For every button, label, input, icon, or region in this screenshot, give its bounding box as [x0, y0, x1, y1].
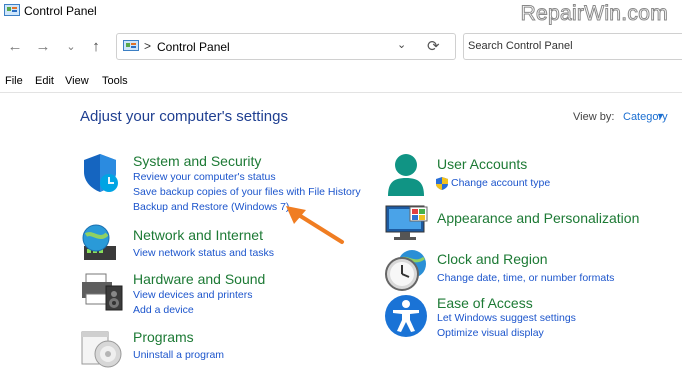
link-review-computer-status[interactable]: Review your computer's status	[133, 171, 276, 183]
address-dropdown-icon[interactable]: ⌄	[397, 38, 406, 51]
link-add-a-device[interactable]: Add a device	[133, 304, 194, 316]
link-optimize-visual-display[interactable]: Optimize visual display	[437, 327, 544, 339]
uac-shield-icon	[436, 177, 448, 190]
search-input[interactable]	[468, 37, 668, 55]
page-title: Adjust your computer's settings	[80, 108, 288, 125]
menu-file[interactable]: File	[5, 75, 23, 87]
view-by-label: View by:	[573, 111, 615, 123]
link-backup-and-restore[interactable]: Backup and Restore (Windows 7)	[133, 201, 289, 213]
control-panel-small-icon	[123, 40, 139, 51]
divider	[0, 92, 682, 93]
network-globe-icon[interactable]	[80, 222, 122, 264]
printer-speaker-icon[interactable]	[80, 272, 126, 312]
back-button[interactable]: ←	[6, 38, 24, 56]
category-programs[interactable]: Programs	[133, 329, 194, 345]
up-button[interactable]: ↑	[87, 38, 105, 56]
menu-tools[interactable]: Tools	[102, 75, 128, 87]
category-clock-and-region[interactable]: Clock and Region	[437, 251, 548, 267]
link-view-devices-and-printers[interactable]: View devices and printers	[133, 289, 252, 301]
link-view-network-status[interactable]: View network status and tasks	[133, 247, 274, 259]
refresh-icon[interactable]: ⟳	[427, 37, 440, 55]
category-appearance-and-personalization[interactable]: Appearance and Personalization	[437, 210, 639, 226]
menu-bar: File Edit View Tools	[0, 72, 682, 90]
breadcrumb-control-panel[interactable]: Control Panel	[157, 40, 230, 54]
title-bar: Control Panel RepairWin.com	[0, 0, 682, 26]
link-file-history[interactable]: Save backup copies of your files with Fi…	[133, 186, 361, 198]
watermark: RepairWin.com	[520, 2, 668, 26]
search-box[interactable]	[463, 33, 682, 60]
view-by-dropdown-arrow-icon[interactable]: ▼	[656, 111, 665, 121]
link-let-windows-suggest-settings[interactable]: Let Windows suggest settings	[437, 312, 576, 324]
forward-button[interactable]: →	[34, 38, 52, 56]
link-change-date-time-formats[interactable]: Change date, time, or number formats	[437, 272, 614, 284]
ease-of-access-icon[interactable]	[384, 294, 428, 338]
menu-view[interactable]: View	[65, 75, 89, 87]
security-shield-icon[interactable]	[80, 152, 120, 194]
control-panel-icon	[4, 4, 20, 16]
window-title: Control Panel	[24, 4, 97, 18]
category-ease-of-access[interactable]: Ease of Access	[437, 295, 533, 311]
appearance-monitor-icon[interactable]	[384, 204, 430, 242]
programs-disc-icon[interactable]	[80, 328, 124, 368]
annotation-arrow-icon	[286, 206, 344, 244]
breadcrumb-separator[interactable]: >	[144, 39, 151, 53]
user-accounts-icon[interactable]	[384, 152, 428, 198]
recent-locations-button[interactable]: ⌄	[62, 38, 80, 56]
category-hardware-and-sound[interactable]: Hardware and Sound	[133, 271, 265, 287]
category-network-and-internet[interactable]: Network and Internet	[133, 227, 263, 243]
link-change-account-type[interactable]: Change account type	[451, 177, 550, 189]
address-bar[interactable]: > Control Panel ⌄ ⟳	[116, 33, 456, 60]
link-uninstall-a-program[interactable]: Uninstall a program	[133, 349, 224, 361]
category-system-and-security[interactable]: System and Security	[133, 153, 261, 169]
clock-globe-icon[interactable]	[384, 248, 430, 292]
menu-edit[interactable]: Edit	[35, 75, 54, 87]
category-user-accounts[interactable]: User Accounts	[437, 156, 527, 172]
